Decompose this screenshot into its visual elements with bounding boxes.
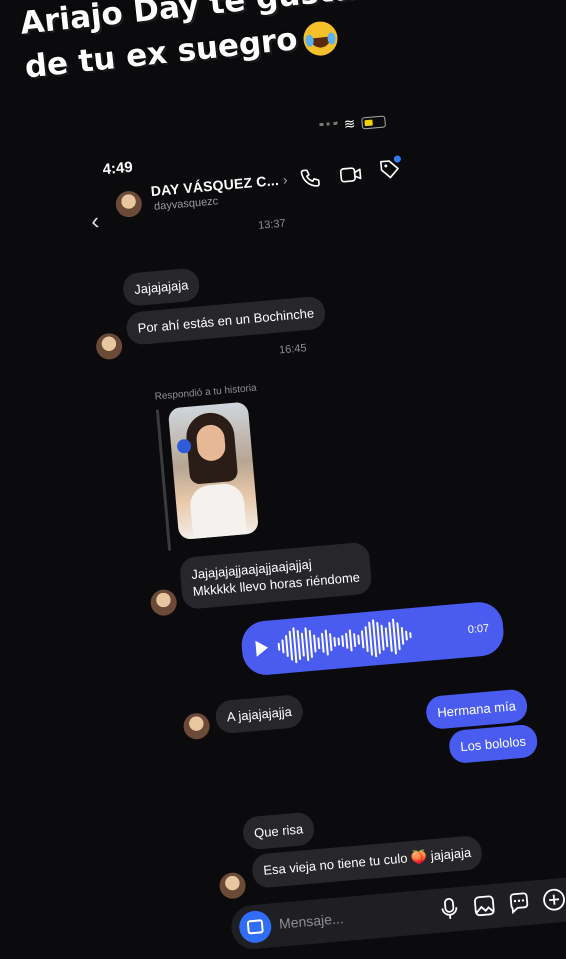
waveform-bar	[337, 637, 341, 646]
timestamp: 13:37	[257, 217, 287, 232]
reply-label: Respondió a tu historia	[154, 382, 258, 403]
laughing-emoji-icon	[301, 19, 339, 57]
message-outgoing[interactable]: Hermana mía	[424, 688, 529, 731]
status-icons: ≋	[319, 112, 386, 135]
story-thumbnail[interactable]	[167, 401, 259, 540]
avatar[interactable]	[218, 871, 247, 900]
contact-name[interactable]: DAY VÁSQUEZ C... ›	[150, 171, 288, 199]
waveform-bar	[357, 634, 361, 645]
voice-duration: 0:07	[467, 622, 490, 637]
waveform-bar	[328, 633, 333, 652]
mic-icon[interactable]	[440, 897, 460, 925]
caption-text: Ariajo Day te gusta los bololos de tu ex…	[18, 0, 552, 86]
chat-screen: 4:49 ≋ ‹ DAY VÁSQUEZ C... › dayvasquezc …	[70, 100, 566, 951]
waveform-bar	[317, 637, 321, 650]
message-input[interactable]: Mensaje...	[278, 910, 344, 932]
waveform-bar	[409, 632, 412, 639]
waveform-bar	[348, 629, 353, 652]
signal-dots-icon	[319, 121, 339, 131]
message-incoming[interactable]: Jajajajajjaajajjaajajjaj Mkkkkk llevo ho…	[178, 541, 373, 610]
plus-icon[interactable]	[541, 887, 566, 918]
waveform-bar	[360, 630, 365, 649]
waveform-bar	[281, 639, 285, 654]
message-outgoing[interactable]: Los bololos	[447, 723, 539, 765]
message-incoming[interactable]: Que risa	[241, 811, 316, 851]
waveform-bar	[277, 642, 281, 651]
back-icon[interactable]: ‹	[90, 208, 100, 237]
battery-icon	[360, 114, 386, 130]
message-incoming[interactable]: Jajajajaja	[121, 267, 201, 307]
wifi-icon: ≋	[342, 115, 357, 133]
voice-message[interactable]: 0:07	[239, 600, 506, 677]
header-avatar[interactable]	[114, 190, 143, 219]
image-icon[interactable]	[472, 894, 496, 923]
waveform-bar	[400, 626, 405, 645]
camera-icon[interactable]	[237, 909, 273, 945]
waveform-bar	[313, 634, 317, 653]
avatar[interactable]	[182, 712, 211, 741]
timestamp: 16:45	[278, 342, 308, 357]
status-time: 4:49	[101, 158, 134, 179]
avatar[interactable]	[149, 588, 178, 617]
avatar[interactable]	[95, 332, 124, 361]
waveform-bar	[320, 632, 325, 653]
sticker-icon[interactable]	[507, 891, 531, 920]
phone-icon[interactable]	[298, 166, 322, 196]
voice-waveform	[276, 611, 459, 667]
chevron-right-icon: ›	[282, 171, 289, 188]
waveform-bar	[345, 632, 349, 649]
story-caption: Ariajo Day te gusta los bololos de tu ex…	[18, 0, 564, 90]
play-icon[interactable]	[255, 639, 269, 657]
message-incoming[interactable]: A jajajajajja	[214, 693, 305, 735]
waveform-bar	[384, 627, 389, 648]
waveform-bar	[353, 633, 357, 648]
waveform-bar	[333, 636, 337, 647]
waveform-bar	[341, 635, 345, 648]
video-icon[interactable]	[338, 163, 364, 193]
waveform-bar	[405, 630, 408, 641]
